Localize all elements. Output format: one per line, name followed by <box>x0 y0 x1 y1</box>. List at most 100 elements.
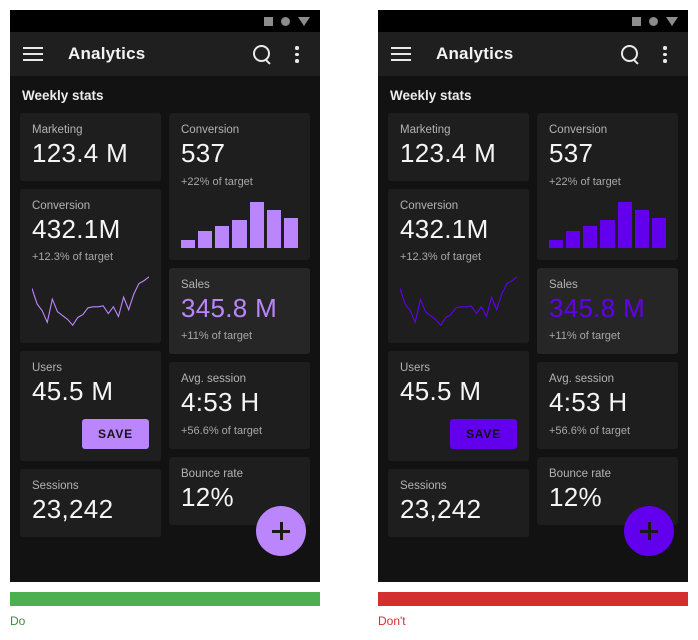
card-users[interactable]: Users 45.5 M SAVE <box>388 351 529 462</box>
comparison-figure: Analytics Weekly stats Marketing 123.4 M <box>0 0 698 640</box>
hamburger-menu-icon[interactable] <box>390 43 412 65</box>
card-label: Avg. session <box>549 373 614 386</box>
add-fab-button[interactable] <box>624 506 674 556</box>
line-chart-svg <box>32 273 149 331</box>
verdict-bar-do <box>10 592 320 606</box>
bar <box>266 210 281 248</box>
more-vert-icon[interactable] <box>286 43 308 65</box>
card-grid: Marketing 123.4 M Conversion 432.1M +12.… <box>378 113 688 537</box>
square-icon <box>632 16 641 26</box>
save-button[interactable]: SAVE <box>450 419 517 450</box>
more-vert-icon[interactable] <box>654 43 676 65</box>
verdict-label-do: Do <box>10 614 26 628</box>
card-conversion-line[interactable]: Conversion 432.1M +12.3% of target <box>388 188 529 344</box>
card-value: 432.1M <box>32 213 121 244</box>
card-avg-session[interactable]: Avg. session 4:53 H +56.6% of target <box>537 362 678 450</box>
card-label: Avg. session <box>181 373 246 386</box>
triangle-down-icon <box>666 16 678 26</box>
circle-icon <box>649 16 658 26</box>
card-subtext: +22% of target <box>181 175 253 188</box>
card-marketing[interactable]: Marketing 123.4 M <box>388 113 529 181</box>
bar <box>583 225 598 248</box>
save-button[interactable]: SAVE <box>82 419 149 450</box>
card-subtext: +22% of target <box>549 175 621 188</box>
panel-do: Analytics Weekly stats Marketing 123.4 M <box>0 0 330 628</box>
card-value: 4:53 H <box>549 387 628 418</box>
card-label: Bounce rate <box>181 468 244 481</box>
bar-chart <box>181 200 298 248</box>
save-row: SAVE <box>32 419 149 450</box>
card-sessions[interactable]: Sessions 23,242 <box>388 469 529 537</box>
section-title: Weekly stats <box>22 88 104 103</box>
card-value: 537 <box>549 138 594 168</box>
dashboard-content: Weekly stats Marketing 123.4 M Conversio… <box>378 76 688 582</box>
card-label: Users <box>32 362 63 375</box>
card-label: Marketing <box>32 124 83 136</box>
search-icon[interactable] <box>250 43 272 65</box>
card-subtext: +56.6% of target <box>549 425 631 438</box>
card-conversion-bar[interactable]: Conversion 537 +22% of target <box>537 113 678 260</box>
card-sales[interactable]: Sales 345.8 M +11% of target <box>169 267 310 355</box>
bar <box>600 219 615 248</box>
card-label: Sales <box>181 278 210 291</box>
phone-screen-dont: Analytics Weekly stats Marketing 123.4 M <box>378 10 688 582</box>
verdict-bar-dont <box>378 592 688 606</box>
card-value: 123.4 M <box>32 138 129 168</box>
card-label: Conversion <box>400 199 459 212</box>
page-title: Analytics <box>68 44 146 63</box>
card-label: Sessions <box>400 480 447 493</box>
page-title: Analytics <box>436 44 514 63</box>
app-bar: Analytics <box>10 32 320 76</box>
card-value: 23,242 <box>400 494 482 525</box>
card-sessions[interactable]: Sessions 23,242 <box>20 469 161 537</box>
card-value: 432.1M <box>400 213 489 244</box>
bar <box>566 231 581 248</box>
card-value: 345.8 M <box>549 292 646 323</box>
section-title: Weekly stats <box>390 88 472 103</box>
card-value: 123.4 M <box>400 138 497 168</box>
hamburger-menu-icon[interactable] <box>22 43 44 65</box>
card-column-left: Marketing 123.4 M Conversion 432.1M +12.… <box>388 113 529 537</box>
card-label: Conversion <box>32 199 91 212</box>
card-label: Sales <box>549 278 578 291</box>
bar <box>249 201 264 248</box>
bar <box>283 217 298 248</box>
card-conversion-bar[interactable]: Conversion 537 +22% of target <box>169 113 310 260</box>
bar <box>651 217 666 248</box>
card-grid: Marketing 123.4 M Conversion 432.1M +12.… <box>10 113 320 537</box>
bar <box>215 225 230 248</box>
panel-dont: Analytics Weekly stats Marketing 123.4 M <box>368 0 698 628</box>
bar <box>549 240 564 248</box>
card-subtext: +56.6% of target <box>181 425 263 438</box>
line-chart-svg <box>400 273 517 331</box>
bar-chart <box>549 200 666 248</box>
bar <box>634 210 649 248</box>
card-column-right: Conversion 537 +22% of target Sales 345.… <box>169 113 310 537</box>
card-column-right: Conversion 537 +22% of target Sales 345.… <box>537 113 678 537</box>
app-bar: Analytics <box>378 32 688 76</box>
triangle-down-icon <box>298 16 310 26</box>
square-icon <box>264 16 273 26</box>
card-conversion-line[interactable]: Conversion 432.1M +12.3% of target <box>20 188 161 344</box>
card-value: 537 <box>181 138 226 168</box>
card-label: Users <box>400 362 431 375</box>
card-subtext: +11% of target <box>549 330 621 343</box>
bar <box>617 201 632 248</box>
search-icon[interactable] <box>618 43 640 65</box>
card-value: 23,242 <box>32 494 114 525</box>
card-sales[interactable]: Sales 345.8 M +11% of target <box>537 267 678 355</box>
card-label: Conversion <box>181 124 240 136</box>
card-avg-session[interactable]: Avg. session 4:53 H +56.6% of target <box>169 362 310 450</box>
status-bar <box>378 10 688 32</box>
card-users[interactable]: Users 45.5 M SAVE <box>20 351 161 462</box>
card-value: 345.8 M <box>181 292 278 323</box>
line-chart <box>400 273 517 331</box>
verdict-label-dont: Don't <box>378 614 406 628</box>
phone-screen-do: Analytics Weekly stats Marketing 123.4 M <box>10 10 320 582</box>
card-label: Sessions <box>32 480 79 493</box>
plus-icon <box>272 522 290 540</box>
add-fab-button[interactable] <box>256 506 306 556</box>
card-marketing[interactable]: Marketing 123.4 M <box>20 113 161 181</box>
circle-icon <box>281 16 290 26</box>
bar <box>232 219 247 248</box>
